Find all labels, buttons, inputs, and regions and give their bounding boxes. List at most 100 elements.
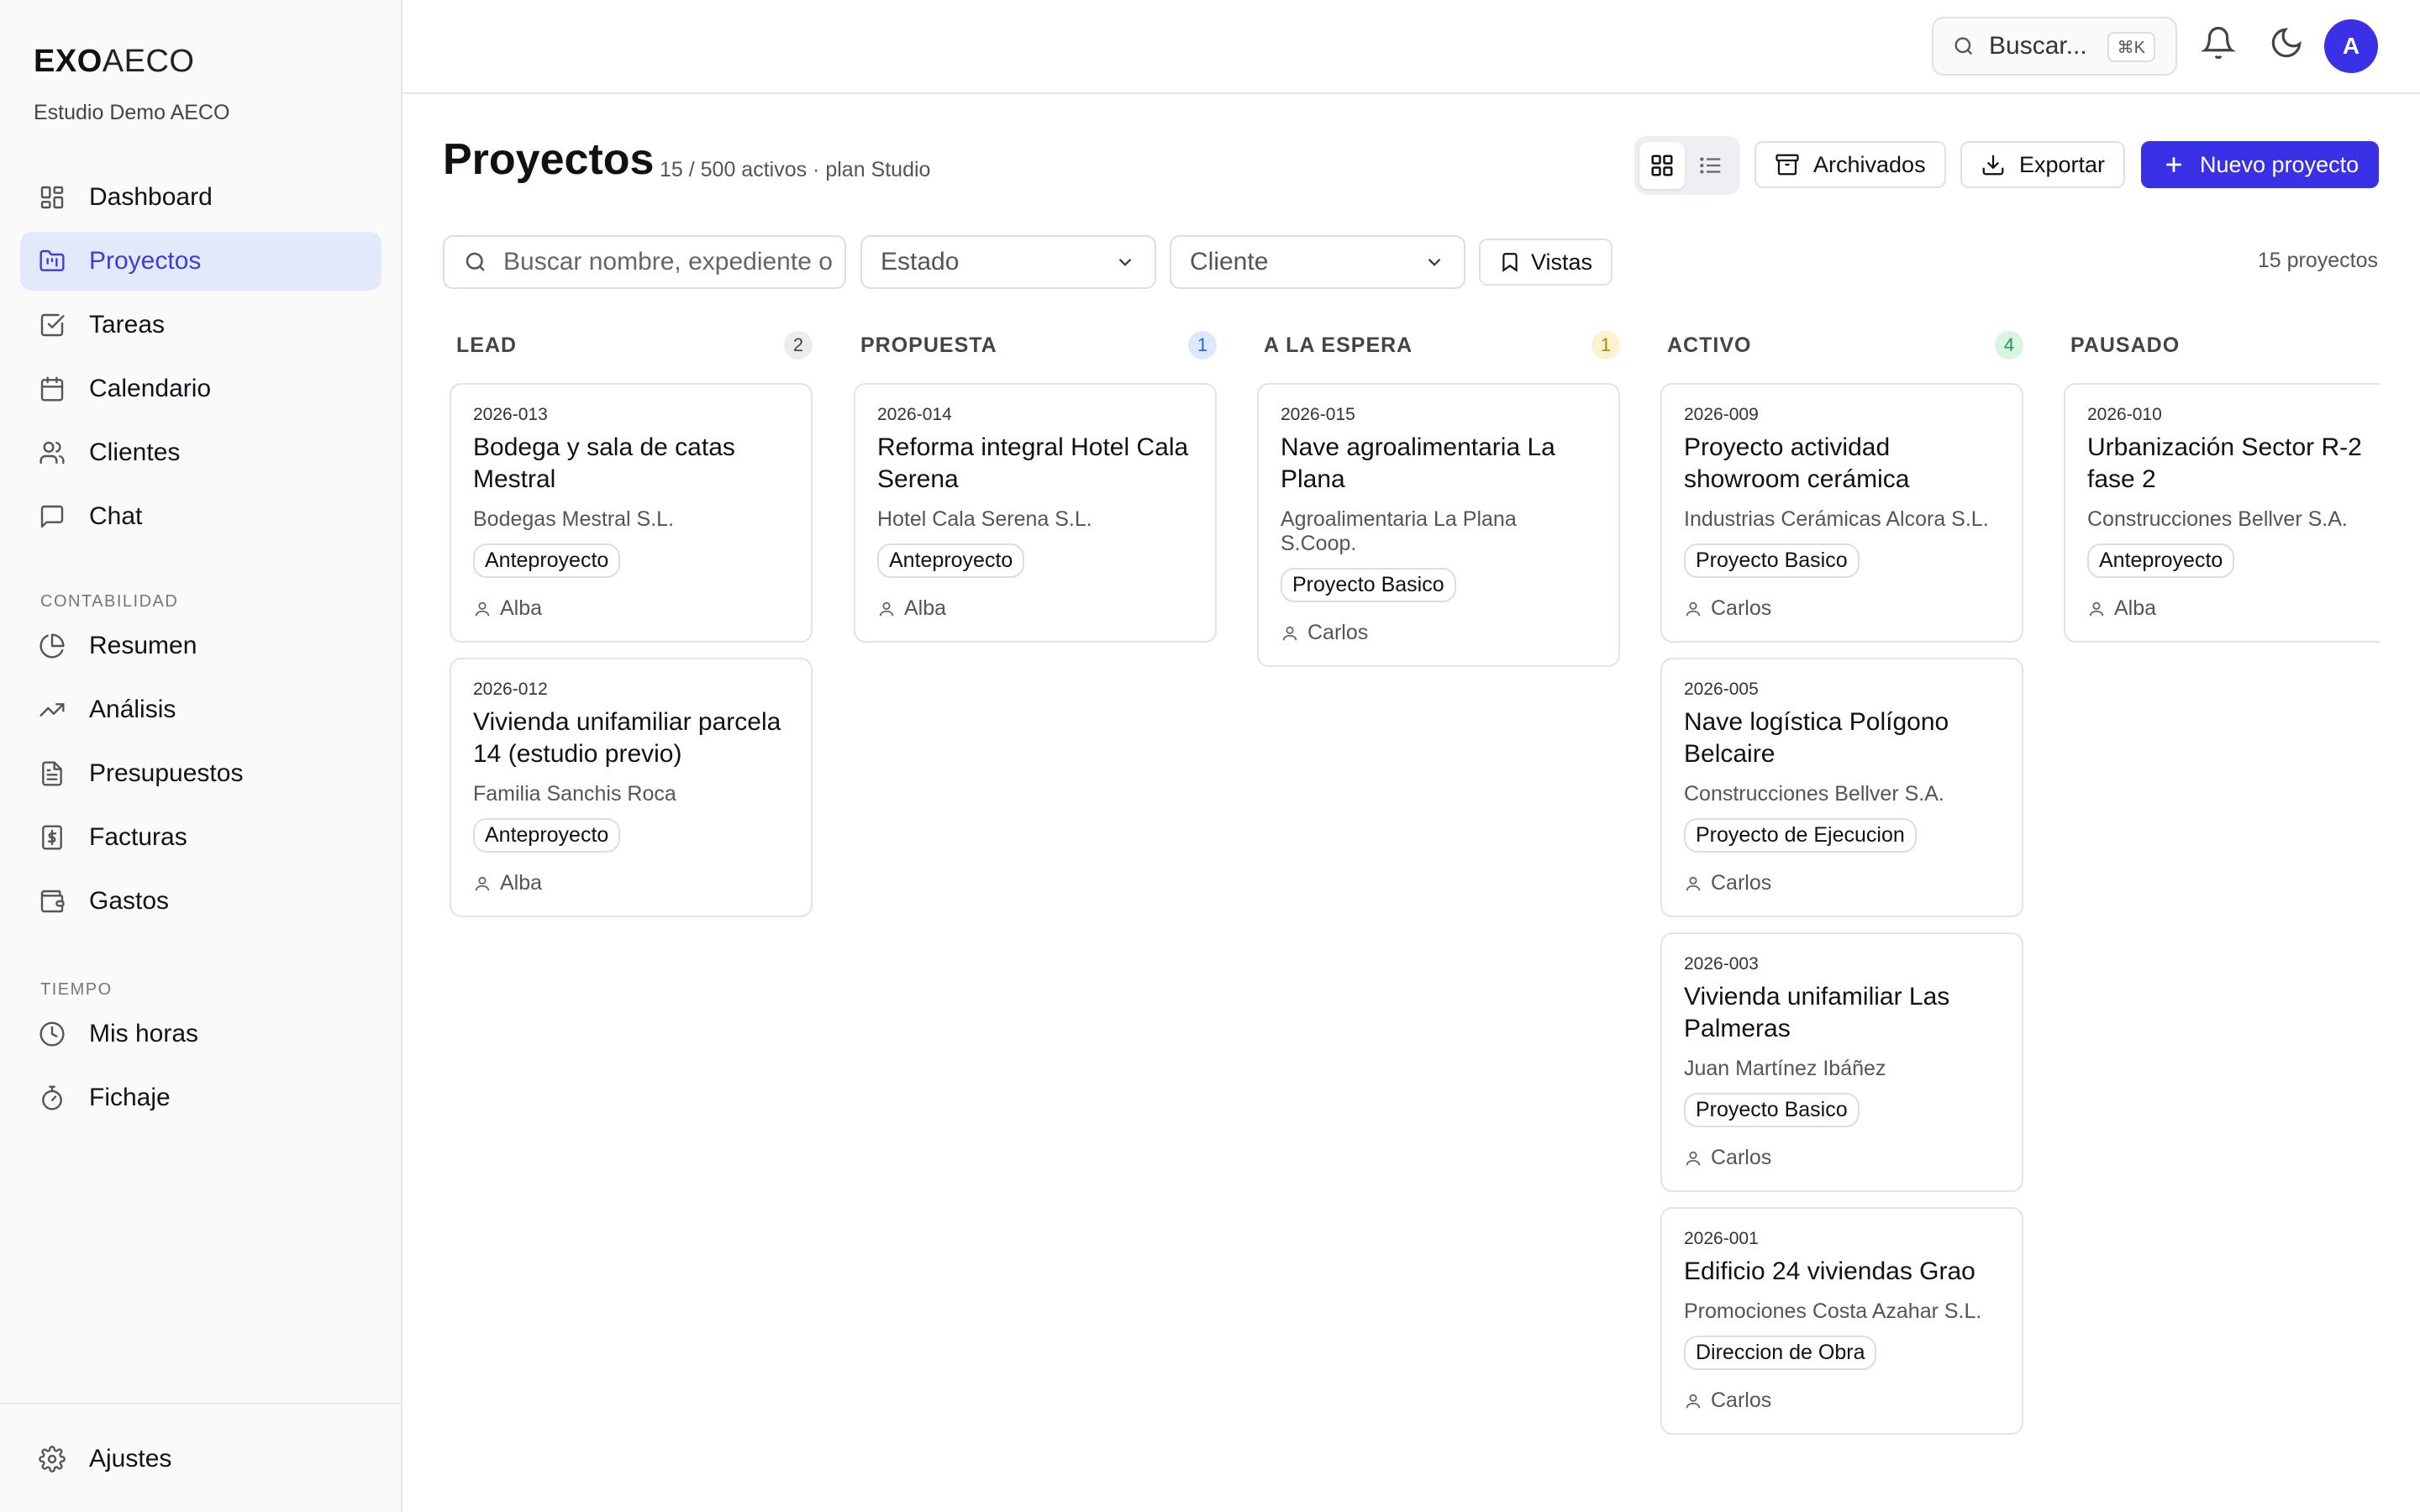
project-card[interactable]: 2026-012 Vivienda unifamiliar parcela 14 … — [450, 658, 813, 917]
user-icon — [879, 601, 894, 616]
project-card[interactable]: 2026-014 Reforma integral Hotel Cala Sere… — [854, 383, 1217, 643]
column-header: ACTIVO 4 — [1660, 324, 2023, 366]
owner-name: Alba — [904, 596, 947, 620]
invoice-icon — [42, 825, 62, 850]
sidebar-footer: Ajustes — [0, 1403, 401, 1512]
project-card[interactable]: 2026-013 Bodega y sala de catas Mestral Bo… — [450, 383, 813, 643]
board-column-a-la-espera: A LA ESPERA 1 2026-015 Nave agroalimentaria… — [1257, 324, 1620, 682]
new-project-button[interactable]: Nuevo proyecto — [2141, 141, 2380, 188]
sidebar: EXOAECO Estudio Demo AECO Dashboard Proye… — [0, 0, 402, 1512]
top-bar: Buscar... ⌘K A — [402, 0, 2420, 94]
views-label: Vistas — [1531, 249, 1593, 275]
project-client: Construcciones Bellver S.A. — [2087, 507, 2348, 531]
sidebar-item-label: Resumen — [89, 632, 197, 659]
sidebar-item-resumen[interactable]: Resumen — [20, 617, 381, 675]
owner-name: Alba — [2114, 596, 2157, 620]
project-owner: Carlos — [1684, 871, 2000, 895]
trending-up-icon — [39, 703, 65, 717]
sidebar-item-mis-horas[interactable]: Mis horas — [20, 1005, 381, 1063]
column-title: PROPUESTA — [860, 333, 997, 357]
global-search[interactable]: Buscar... ⌘K — [1932, 17, 2177, 76]
project-code: 2026-009 — [1684, 405, 1759, 424]
grid-view-button[interactable] — [1639, 142, 1685, 189]
export-label: Exportar — [2019, 151, 2106, 177]
project-owner: Alba — [473, 596, 789, 621]
owner-name: Carlos — [1711, 871, 1772, 895]
view-toggle — [1634, 136, 1740, 195]
column-count-badge: 1 — [1188, 331, 1217, 360]
bell-icon[interactable] — [2201, 25, 2236, 60]
project-title: Nave agroalimentaria La Plana — [1281, 433, 1555, 493]
download-icon — [1982, 155, 2004, 176]
status-select[interactable]: Estado — [860, 235, 1156, 289]
project-search-input[interactable] — [503, 248, 839, 276]
sidebar-item-presupuestos[interactable]: Presupuestos — [20, 744, 381, 803]
avatar[interactable]: A — [2324, 19, 2378, 73]
project-search — [443, 235, 846, 289]
sidebar-item-fichaje[interactable]: Fichaje — [20, 1068, 381, 1127]
column-cards: 2026-009 Proyecto actividad showroom cerá… — [1660, 383, 2023, 1435]
archived-button[interactable]: Archivados — [1754, 141, 1946, 188]
bookmark-icon — [1502, 253, 1518, 272]
project-code: 2026-012 — [473, 680, 548, 699]
sidebar-item-an-lisis[interactable]: Análisis — [20, 680, 381, 739]
export-button[interactable]: Exportar — [1960, 141, 2126, 188]
accounting-nav: CONTABILIDAD Resumen Análisis Presupuestos… — [20, 580, 381, 936]
app-logo[interactable]: EXOAECO — [34, 44, 194, 80]
column-cards: 2026-010 Urbanización Sector R-2 fase 2 Co… — [2064, 383, 2380, 643]
sidebar-item-clientes[interactable]: Clientes — [20, 423, 381, 482]
sidebar-item-label: Tareas — [89, 311, 166, 339]
user-icon — [1686, 1151, 1701, 1165]
project-card[interactable]: 2026-015 Nave agroalimentaria La Plana Agr… — [1257, 383, 1620, 667]
phase-badge: Proyecto Basico — [1281, 568, 1456, 602]
sidebar-item-calendario[interactable]: Calendario — [20, 360, 381, 418]
plus-icon — [2166, 157, 2181, 172]
project-title: Edificio 24 viviendas Grao — [1684, 1257, 1975, 1285]
project-client: Agroalimentaria La Plana S.Coop. — [1281, 507, 1517, 555]
clock-icon — [39, 1021, 65, 1047]
sidebar-item-tareas[interactable]: Tareas — [20, 296, 381, 354]
phase-badge: Anteproyecto — [473, 543, 621, 578]
search-icon — [1954, 37, 1973, 55]
project-card[interactable]: 2026-009 Proyecto actividad showroom cerá… — [1660, 383, 2023, 643]
project-client: Industrias Cerámicas Alcora S.L. — [1684, 507, 1989, 531]
owner-name: Alba — [500, 871, 543, 895]
stopwatch-icon — [42, 1085, 62, 1110]
project-card[interactable]: 2026-010 Urbanización Sector R-2 fase 2 Co… — [2064, 383, 2380, 643]
column-header: A LA ESPERA 1 — [1257, 324, 1620, 366]
board-column-activo: ACTIVO 4 2026-009 Proyecto actividad showro… — [1660, 324, 2023, 1450]
user-icon — [475, 601, 490, 616]
calendar-icon — [40, 376, 64, 402]
owner-name: Carlos — [1711, 1389, 1772, 1412]
sidebar-item-chat[interactable]: Chat — [20, 487, 381, 546]
new-project-label: Nuevo proyecto — [2200, 151, 2360, 177]
project-card[interactable]: 2026-001 Edificio 24 viviendas Grao Promoc… — [1660, 1207, 2023, 1435]
sidebar-item-facturas[interactable]: Facturas — [20, 808, 381, 867]
project-card[interactable]: 2026-003 Vivienda unifamiliar Las Palmera… — [1660, 932, 2023, 1192]
project-title: Vivienda unifamiliar parcela 14 (estudio… — [473, 708, 781, 768]
owner-name: Carlos — [1307, 621, 1369, 644]
phase-badge: Direccion de Obra — [1684, 1336, 1877, 1370]
project-client: Familia Sanchis Roca — [473, 782, 676, 806]
project-code: 2026-013 — [473, 405, 548, 424]
client-select[interactable]: Cliente — [1170, 235, 1465, 289]
project-count: 15 proyectos — [2257, 249, 2378, 272]
sidebar-item-proyectos[interactable]: Proyectos — [20, 232, 381, 291]
project-title: Vivienda unifamiliar Las Palmeras — [1684, 983, 1950, 1042]
moon-icon[interactable] — [2269, 25, 2304, 60]
column-header: PROPUESTA 1 — [854, 324, 1217, 366]
sidebar-item-label: Fichaje — [89, 1084, 171, 1111]
sidebar-item-label: Gastos — [89, 887, 170, 915]
project-card[interactable]: 2026-005 Nave logística Polígono Belcaire… — [1660, 658, 2023, 917]
grid-icon — [1651, 155, 1673, 176]
project-owner: Carlos — [1684, 1146, 2000, 1170]
sidebar-item-dashboard[interactable]: Dashboard — [20, 168, 381, 227]
list-view-button[interactable] — [1688, 142, 1733, 189]
views-button[interactable]: Vistas — [1479, 239, 1613, 286]
sidebar-item-ajustes[interactable]: Ajustes — [20, 1430, 381, 1488]
sidebar-item-gastos[interactable]: Gastos — [20, 872, 381, 931]
chevron-down-icon — [1428, 258, 1441, 266]
pie-chart-icon — [39, 633, 65, 659]
time-nav: TIEMPO Mis horas Fichaje — [20, 968, 381, 1132]
column-cards: 2026-014 Reforma integral Hotel Cala Sere… — [854, 383, 1217, 643]
